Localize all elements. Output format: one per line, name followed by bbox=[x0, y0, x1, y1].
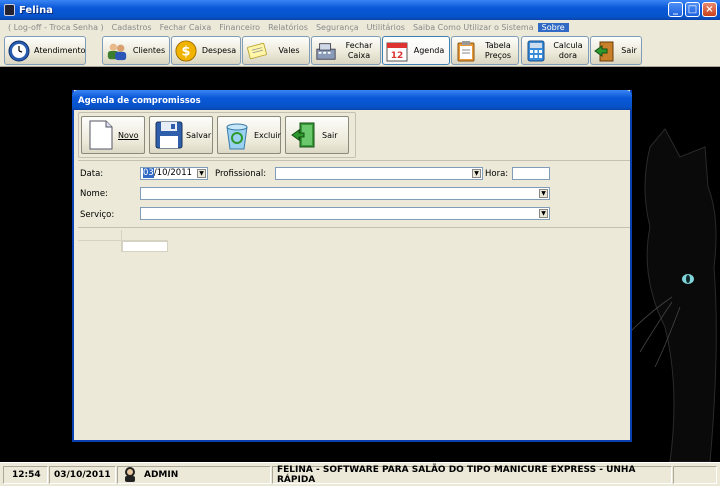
svg-text:$: $ bbox=[182, 44, 191, 59]
close-button[interactable]: × bbox=[702, 2, 717, 17]
clock-icon bbox=[8, 40, 30, 62]
nome-select[interactable]: ▼ bbox=[140, 187, 550, 200]
fechar-caixa-button[interactable]: Fechar Caixa bbox=[311, 36, 381, 65]
hora-field[interactable] bbox=[512, 167, 550, 180]
cash-register-icon bbox=[315, 40, 337, 62]
grid-cell[interactable] bbox=[122, 241, 168, 252]
menu-sobre[interactable]: Sobre bbox=[537, 22, 569, 32]
chevron-down-icon[interactable]: ▼ bbox=[539, 209, 548, 218]
profissional-label: Profissional: bbox=[215, 169, 267, 179]
floppy-disk-icon bbox=[154, 119, 184, 151]
menu-relatorios[interactable]: Relatórios bbox=[264, 23, 312, 32]
coin-icon: $ bbox=[175, 39, 197, 62]
window-title: Felina bbox=[19, 4, 53, 16]
menu-financeiro[interactable]: Financeiro bbox=[215, 23, 264, 32]
hora-label: Hora: bbox=[485, 169, 509, 179]
data-field[interactable]: 03/10/2011 ▼ bbox=[140, 167, 208, 180]
vales-button[interactable]: Vales bbox=[242, 36, 310, 65]
despesa-button[interactable]: $ Despesa bbox=[171, 36, 241, 65]
window-titlebar: Felina _ □ × bbox=[0, 0, 720, 20]
minimize-button[interactable]: _ bbox=[668, 2, 683, 17]
form-panel: Data: 03/10/2011 ▼ Profissional: ▼ Hora:… bbox=[78, 160, 630, 228]
data-label: Data: bbox=[80, 169, 104, 179]
exit-door-icon bbox=[290, 119, 320, 151]
tabela-precos-button[interactable]: Tabela Preços bbox=[451, 36, 519, 65]
resize-grip[interactable] bbox=[673, 466, 717, 484]
profissional-select[interactable]: ▼ bbox=[275, 167, 483, 180]
notepad-icon bbox=[246, 40, 268, 62]
calculadora-button[interactable]: Calcula dora bbox=[521, 36, 589, 65]
grid-row-header[interactable] bbox=[78, 241, 122, 252]
calculator-icon bbox=[525, 40, 547, 62]
chevron-down-icon[interactable]: ▼ bbox=[539, 189, 548, 198]
menu-bar: ( Log-off - Troca Senha ) Cadastros Fech… bbox=[0, 20, 720, 34]
dialog-sair-button[interactable]: Sair bbox=[285, 116, 349, 154]
users-icon bbox=[106, 40, 128, 62]
clientes-button[interactable]: Clientes bbox=[102, 36, 170, 65]
status-message: FELINA - SOFTWARE PARA SALÃO DO TIPO MAN… bbox=[272, 465, 672, 485]
user-avatar-icon bbox=[122, 466, 140, 485]
appointments-grid[interactable] bbox=[78, 230, 168, 252]
nome-label: Nome: bbox=[80, 189, 108, 199]
data-day-selected: 03 bbox=[143, 168, 154, 178]
grid-corner bbox=[78, 230, 122, 241]
status-date: 03/10/2011 bbox=[49, 466, 116, 484]
data-rest: /10/2011 bbox=[153, 168, 193, 178]
exit-door-icon bbox=[594, 40, 616, 62]
calendar-icon: 12 bbox=[386, 40, 408, 62]
maximize-button[interactable]: □ bbox=[685, 2, 700, 17]
excluir-button[interactable]: Excluir bbox=[217, 116, 281, 154]
menu-fechar-caixa[interactable]: Fechar Caixa bbox=[156, 23, 216, 32]
menu-utilitarios[interactable]: Utilitários bbox=[363, 23, 409, 32]
atendimento-button[interactable]: Atendimento bbox=[4, 36, 86, 65]
menu-seguranca[interactable]: Segurança bbox=[312, 23, 363, 32]
servico-label: Serviço: bbox=[80, 210, 115, 220]
novo-button[interactable]: Novo bbox=[81, 116, 145, 154]
dialog-toolbar: Novo Salvar Excluir Sair bbox=[78, 112, 356, 158]
agenda-dialog: Agenda de compromissos Novo Salvar Exclu… bbox=[72, 90, 632, 442]
servico-select[interactable]: ▼ bbox=[140, 207, 550, 220]
calendar-day: 12 bbox=[391, 51, 404, 61]
salvar-button[interactable]: Salvar bbox=[149, 116, 213, 154]
sair-button[interactable]: Sair bbox=[590, 36, 642, 65]
chevron-down-icon[interactable]: ▼ bbox=[472, 169, 481, 178]
dialog-title: Agenda de compromissos bbox=[72, 90, 632, 110]
status-time: 12:54 bbox=[3, 466, 48, 484]
status-user: ADMIN bbox=[117, 466, 271, 484]
menu-logoff[interactable]: ( Log-off - Troca Senha ) bbox=[4, 23, 108, 32]
main-toolbar: Atendimento Clientes $ Despesa Vales Fec… bbox=[0, 34, 720, 67]
app-icon bbox=[4, 4, 15, 16]
menu-saiba-como[interactable]: Saiba Como Utilizar o Sistema bbox=[409, 23, 538, 32]
window-controls: _ □ × bbox=[668, 2, 717, 17]
menu-cadastros[interactable]: Cadastros bbox=[108, 23, 156, 32]
new-document-icon bbox=[86, 119, 116, 151]
status-bar: 12:54 03/10/2011 ADMIN FELINA - SOFTWARE… bbox=[0, 462, 720, 486]
agenda-button[interactable]: 12 Agenda bbox=[382, 36, 450, 65]
recycle-bin-icon bbox=[222, 119, 252, 151]
chevron-down-icon[interactable]: ▼ bbox=[197, 169, 206, 178]
grid-column-header[interactable] bbox=[122, 230, 168, 241]
clipboard-icon bbox=[455, 40, 477, 62]
